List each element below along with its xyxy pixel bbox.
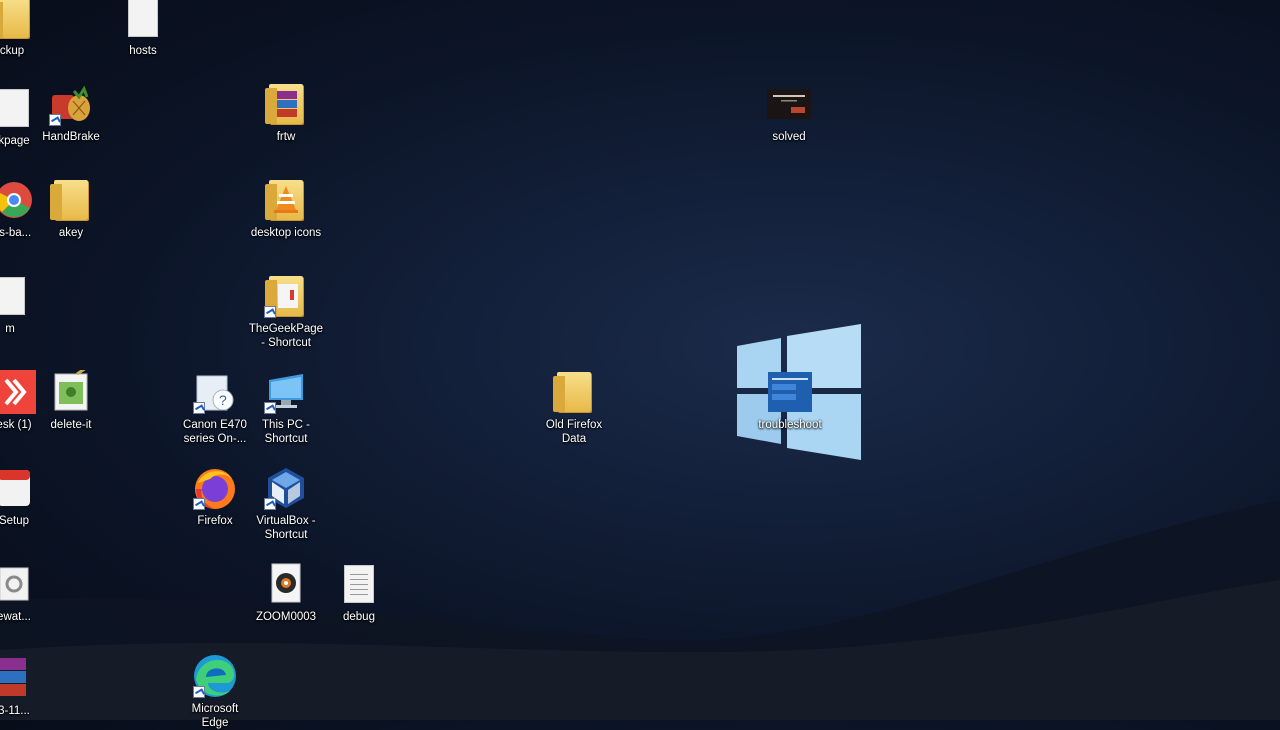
icon-label: Setup bbox=[0, 515, 30, 527]
file-icon bbox=[0, 272, 34, 320]
icon-label: troubleshoot bbox=[758, 419, 822, 431]
icon-label: frtw bbox=[276, 131, 296, 143]
printer-help-icon: ? bbox=[191, 368, 239, 416]
desktop-icon-thegeekpage-shortcut[interactable]: TheGeekPage - Shortcut bbox=[248, 272, 324, 350]
image-thumbnail-icon bbox=[765, 80, 813, 128]
file-icon bbox=[119, 0, 167, 42]
icon-label: hosts bbox=[129, 45, 157, 57]
archive-folder-icon bbox=[262, 80, 310, 128]
desktop-icon-akey[interactable]: akey bbox=[33, 176, 109, 240]
wallpaper-hills bbox=[0, 500, 1280, 720]
icon-label: Firefox bbox=[197, 515, 233, 527]
icon-label: TheGeekPage - Shortcut bbox=[248, 323, 324, 349]
icon-label: VirtualBox - Shortcut bbox=[256, 515, 316, 541]
icon-label: ewat... bbox=[0, 611, 31, 623]
icon-label: delete-it bbox=[50, 419, 92, 431]
folder-shortcut-icon bbox=[262, 272, 310, 320]
icon-label: akey bbox=[58, 227, 84, 239]
desktop-icon-delete-it[interactable]: delete-it bbox=[33, 368, 109, 432]
shortcut-arrow-icon bbox=[193, 498, 205, 510]
folder-icon bbox=[47, 176, 95, 224]
desktop-icon-backup[interactable]: ckup bbox=[0, 0, 50, 58]
installer-icon bbox=[0, 464, 38, 512]
desktop-icon-hosts[interactable]: hosts bbox=[105, 0, 181, 58]
icon-label: ckup bbox=[0, 45, 25, 57]
icon-label: Canon E470 series On-... bbox=[183, 419, 247, 445]
edge-icon bbox=[191, 652, 239, 700]
desktop-icon-this-pc[interactable]: This PC - Shortcut bbox=[248, 368, 324, 446]
firefox-icon bbox=[191, 464, 239, 512]
winrar-icon bbox=[0, 654, 38, 702]
desktop-icon-rar-archive[interactable]: 3-11... bbox=[0, 654, 52, 718]
shortcut-arrow-icon bbox=[49, 114, 61, 126]
text-file-icon bbox=[335, 560, 383, 608]
desktop-icon-zoom0003[interactable]: ZOOM0003 bbox=[248, 560, 324, 624]
desktop-icon-microsoft-edge[interactable]: Microsoft Edge bbox=[177, 652, 253, 730]
shortcut-arrow-icon bbox=[264, 402, 276, 414]
folder-icon bbox=[0, 0, 36, 42]
desktop-icon-old-firefox-data[interactable]: Old Firefox Data bbox=[536, 368, 612, 446]
icon-label: 3-11... bbox=[0, 705, 30, 717]
gear-file-icon bbox=[0, 560, 38, 608]
desktop-icon-frtw[interactable]: frtw bbox=[248, 80, 324, 144]
desktop-icon-virtualbox[interactable]: VirtualBox - Shortcut bbox=[248, 464, 324, 542]
icon-label: solved bbox=[772, 131, 806, 143]
desktop-icon-desktop-icons[interactable]: desktop icons bbox=[248, 176, 324, 240]
icon-label: m bbox=[5, 323, 15, 335]
desktop-icon-solved[interactable]: solved bbox=[751, 80, 827, 144]
folder-icon bbox=[550, 368, 598, 416]
desktop-icon-ewat[interactable]: ewat... bbox=[0, 560, 52, 624]
virtualbox-icon bbox=[262, 464, 310, 512]
batch-file-icon bbox=[47, 368, 95, 416]
desktop-icon-canon-e470[interactable]: ? Canon E470 series On-... bbox=[177, 368, 253, 446]
icon-label: ZOOM0003 bbox=[255, 611, 317, 623]
screenshot-thumbnail-icon bbox=[766, 368, 814, 416]
icon-label: desktop icons bbox=[250, 227, 322, 239]
desktop-icon-setup[interactable]: Setup bbox=[0, 464, 52, 528]
shortcut-arrow-icon bbox=[193, 686, 205, 698]
desktop-icon-handbrake[interactable]: HandBrake bbox=[33, 80, 109, 144]
icon-label: Microsoft Edge bbox=[191, 703, 239, 729]
desktop-icon-troubleshoot[interactable]: troubleshoot bbox=[752, 368, 828, 432]
icon-label: Old Firefox Data bbox=[545, 419, 603, 445]
desktop-icon-firefox[interactable]: Firefox bbox=[177, 464, 253, 528]
audio-file-icon bbox=[262, 560, 310, 608]
shortcut-arrow-icon bbox=[264, 306, 276, 318]
icon-label: debug bbox=[343, 611, 375, 623]
computer-icon bbox=[262, 368, 310, 416]
shortcut-arrow-icon bbox=[193, 402, 205, 414]
vlc-folder-icon bbox=[262, 176, 310, 224]
handbrake-icon bbox=[47, 80, 95, 128]
svg-text:?: ? bbox=[219, 392, 227, 408]
desktop-icon-m[interactable]: m bbox=[0, 272, 48, 336]
icon-label: HandBrake bbox=[42, 131, 100, 143]
shortcut-arrow-icon bbox=[264, 498, 276, 510]
desktop-icon-debug[interactable]: debug bbox=[321, 560, 397, 624]
icon-label: This PC - Shortcut bbox=[262, 419, 310, 445]
